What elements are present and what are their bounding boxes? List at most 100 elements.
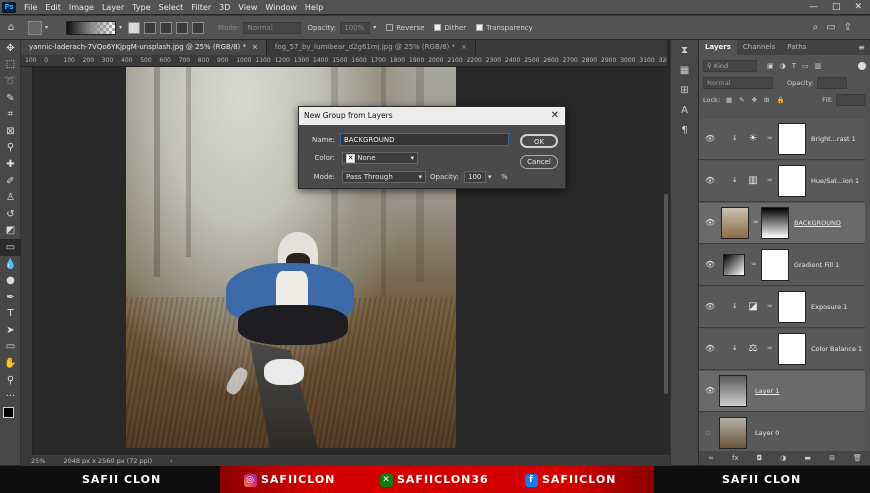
layer-name[interactable]: Layer 0 (755, 429, 779, 437)
menu-help[interactable]: Help (301, 3, 327, 12)
menu-select[interactable]: Select (155, 3, 188, 12)
layer-row[interactable]: 👁 ∞ Gradient Fill 1 (699, 245, 865, 286)
layer-row[interactable]: ▫ Layer 0 (699, 413, 865, 454)
layer-mask-thumbnail[interactable] (778, 123, 806, 155)
angle-gradient-button[interactable] (160, 21, 173, 34)
layer-row[interactable]: 👁 ↓ ☀ ∞ Bright...rast 1 (699, 119, 865, 160)
layer-name[interactable]: Color Balance 1 (811, 345, 862, 353)
chevron-down-icon[interactable]: ▾ (45, 24, 48, 31)
search-icon[interactable]: ⌕▭⇪ (813, 22, 870, 33)
radial-gradient-button[interactable] (144, 21, 157, 34)
layer-row[interactable]: 👁 Layer 1 (699, 371, 865, 412)
layer-name[interactable]: Bright...rast 1 (811, 135, 856, 143)
menu-file[interactable]: File (20, 3, 41, 12)
layer-name[interactable]: Gradient Fill 1 (794, 261, 839, 269)
paragraph-icon[interactable]: ¶ (671, 120, 698, 140)
new-group-icon[interactable]: ▬ (804, 454, 811, 462)
opacity-field[interactable]: 100% (340, 21, 371, 34)
minimize-icon[interactable]: — (809, 2, 818, 12)
chevron-down-icon[interactable]: ▾ (119, 24, 122, 31)
menu-image[interactable]: Image (65, 3, 98, 12)
fill-field[interactable] (836, 93, 866, 106)
scrollbar-thumb[interactable] (664, 194, 668, 394)
layer-mask-thumbnail[interactable] (778, 165, 806, 197)
color-select[interactable]: ✕ None ▾ (342, 152, 418, 164)
visibility-eye-icon[interactable]: ▫ (705, 428, 710, 437)
close-tab-icon[interactable]: × (461, 43, 467, 51)
blur-tool-icon[interactable]: 💧 (0, 256, 21, 273)
move-tool-icon[interactable]: ✥ (0, 40, 21, 57)
ok-button[interactable]: OK (520, 134, 558, 148)
type-tool-icon[interactable]: T (0, 306, 21, 323)
dodge-tool-icon[interactable]: ● (0, 272, 21, 289)
eyedropper-tool-icon[interactable]: ⚲ (0, 140, 21, 157)
visibility-eye-icon[interactable]: 👁 (705, 386, 715, 395)
lasso-tool-icon[interactable]: ➰ (0, 73, 21, 90)
layer-row[interactable]: 👁 ↓ ⚖ ∞ Color Balance 1 (699, 329, 865, 370)
layer-thumbnail[interactable] (721, 207, 749, 239)
marquee-tool-icon[interactable]: ⬚ (0, 57, 21, 74)
filter-icons[interactable]: ▣◑T▭▥ (767, 62, 827, 70)
layer-opacity-field[interactable] (816, 76, 847, 89)
cancel-button[interactable]: Cancel (520, 155, 558, 169)
close-window-icon[interactable]: ✕ (854, 2, 862, 12)
blend-mode-select[interactable]: Pass Through ▾ (342, 171, 426, 183)
pen-tool-icon[interactable]: ✒ (0, 289, 21, 306)
zoom-tool-icon[interactable]: ⚲ (0, 372, 21, 389)
menu-3d[interactable]: 3D (215, 3, 234, 12)
chevron-down-icon[interactable]: ▾ (373, 24, 376, 31)
diamond-gradient-button[interactable] (192, 21, 205, 34)
visibility-eye-icon[interactable]: 👁 (705, 344, 715, 353)
gradient-tool-icon[interactable]: ▭ (0, 239, 21, 256)
menu-filter[interactable]: Filter (187, 3, 215, 12)
zoom-level[interactable]: 25% (31, 457, 45, 465)
link-layers-icon[interactable]: ∞ (708, 454, 714, 462)
kind-filter[interactable]: ⚲ Kind (703, 59, 757, 72)
group-name-input[interactable]: BACKGROUND (340, 133, 509, 146)
tab-paths[interactable]: Paths (781, 40, 812, 55)
gradient-fill-thumbnail[interactable] (723, 254, 745, 276)
layer-name[interactable]: BACKGROUND (794, 219, 841, 227)
layer-style-icon[interactable]: fx (732, 454, 739, 462)
tab-channels[interactable]: Channels (737, 40, 781, 55)
layer-thumbnail[interactable] (719, 375, 747, 407)
more-tools-icon[interactable]: ··· (0, 388, 21, 405)
reflected-gradient-button[interactable] (176, 21, 189, 34)
adjustment-layer-icon[interactable]: ◑ (780, 454, 786, 462)
visibility-eye-icon[interactable]: 👁 (705, 260, 715, 269)
linear-gradient-button[interactable] (128, 21, 141, 34)
visibility-eye-icon[interactable]: 👁 (705, 134, 715, 143)
menu-window[interactable]: Window (261, 3, 301, 12)
layer-name[interactable]: Layer 1 (755, 387, 779, 395)
add-mask-icon[interactable]: ◘ (757, 454, 763, 462)
reverse-checkbox[interactable] (386, 24, 394, 31)
healing-brush-tool-icon[interactable]: ✚ (0, 156, 21, 173)
menu-view[interactable]: View (234, 3, 261, 12)
hand-tool-icon[interactable]: ✋ (0, 355, 21, 372)
delete-layer-icon[interactable]: 🗑 (853, 454, 862, 462)
path-selection-tool-icon[interactable]: ➤ (0, 322, 21, 339)
menu-layer[interactable]: Layer (98, 3, 128, 12)
tab-layers[interactable]: Layers (699, 40, 737, 55)
filter-toggle-icon[interactable] (858, 61, 866, 70)
crop-tool-icon[interactable]: ⌗ (0, 106, 21, 123)
status-arrow-icon[interactable]: › (170, 457, 173, 465)
opacity-input[interactable]: 100 (464, 171, 486, 183)
history-icon[interactable]: ⧗ (671, 40, 698, 60)
menu-edit[interactable]: Edit (41, 3, 65, 12)
layer-mask-thumbnail[interactable] (761, 249, 789, 281)
visibility-eye-icon[interactable]: 👁 (705, 302, 715, 311)
panel-menu-icon[interactable]: ≡ (858, 43, 870, 52)
menu-type[interactable]: Type (128, 3, 154, 12)
layer-mask-thumbnail[interactable] (778, 333, 806, 365)
dither-checkbox[interactable] (434, 24, 442, 31)
layer-mask-thumbnail[interactable] (778, 291, 806, 323)
gradient-tool-icon[interactable] (28, 20, 42, 35)
rectangle-tool-icon[interactable]: ▭ (0, 339, 21, 356)
history-brush-tool-icon[interactable]: ↺ (0, 206, 21, 223)
layer-thumbnail[interactable] (719, 417, 747, 449)
close-tab-icon[interactable]: × (252, 43, 258, 51)
layer-row[interactable]: 👁 ↓ ◪ ∞ Exposure 1 (699, 287, 865, 328)
close-icon[interactable]: ✕ (551, 107, 559, 125)
tab-yannic[interactable]: yannic-laderach-7VQo6YKjpgM-unsplash.jpg… (21, 40, 267, 55)
